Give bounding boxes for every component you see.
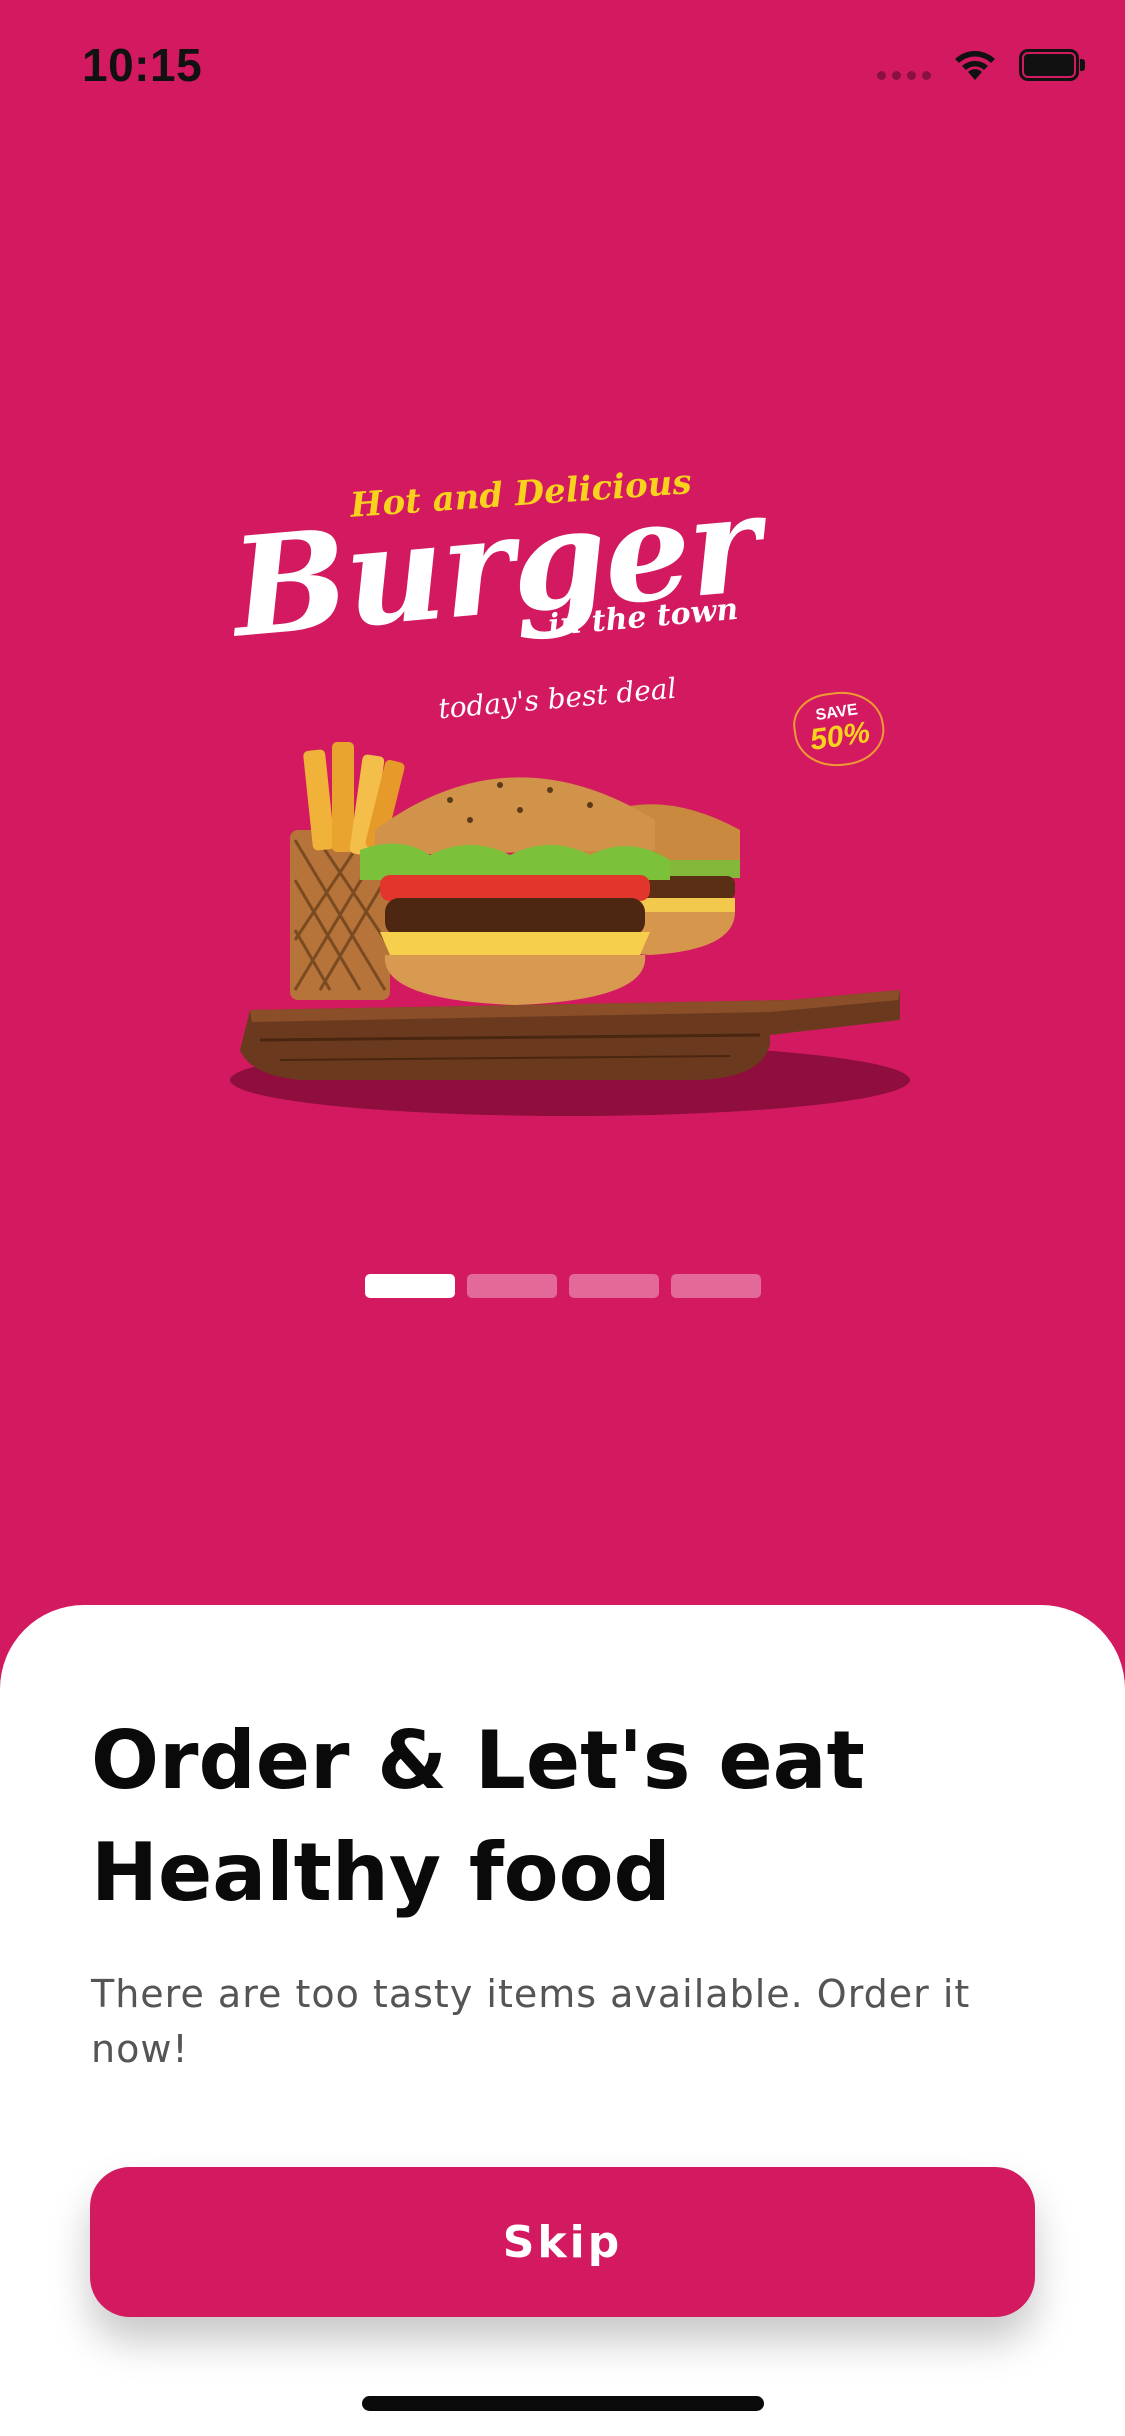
hero-illustration: Hot and Delicious Burger in the town tod… (170, 460, 970, 1120)
page-dot-4[interactable] (671, 1274, 761, 1298)
status-time: 10:15 (82, 39, 203, 91)
burger-image (230, 742, 910, 1116)
status-bar: 10:15 (0, 0, 1125, 140)
home-indicator[interactable] (362, 2396, 764, 2411)
battery-icon (1019, 49, 1085, 81)
page-dot-2[interactable] (467, 1274, 557, 1298)
wifi-icon (955, 51, 995, 80)
onboarding-sheet: Order & Let's eat Healthy food There are… (0, 1605, 1125, 2436)
page-dot-3[interactable] (569, 1274, 659, 1298)
signal-icon (877, 50, 931, 80)
page-indicator (365, 1274, 761, 1298)
skip-button[interactable]: Skip (90, 2167, 1035, 2317)
page-dot-1[interactable] (365, 1274, 455, 1298)
onboarding-description: There are too tasty items available. Ord… (91, 1972, 971, 2071)
onboarding-title: Order & Let's eat Healthy food (91, 1714, 865, 1919)
status-icons (877, 48, 1085, 82)
onboarding-screen: 10:15 Hot and Delicious Burger in the to… (0, 0, 1125, 2436)
